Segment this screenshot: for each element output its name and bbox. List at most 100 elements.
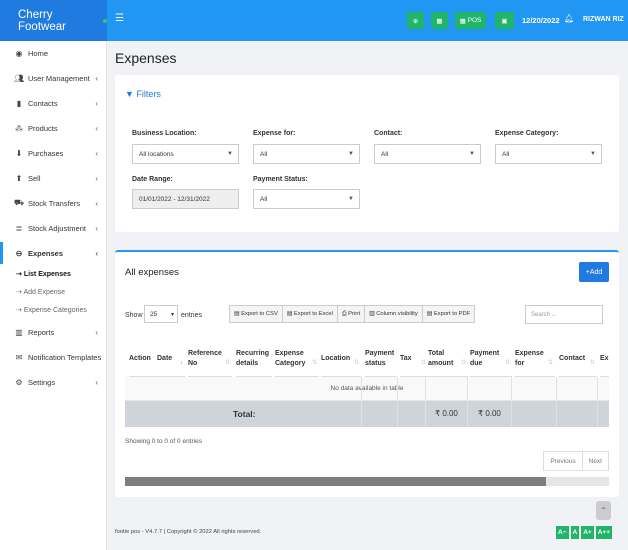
sidebar-subitem-expense-categories[interactable]: ⇢ Expense Categories bbox=[16, 306, 87, 314]
font-decrease-button[interactable]: A− bbox=[556, 526, 569, 539]
money-icon: ▣ bbox=[501, 17, 508, 25]
col-contact[interactable]: Contact ⇅ bbox=[559, 341, 597, 377]
sort-icon: ⇅ bbox=[420, 360, 426, 366]
file-icon: ▤ bbox=[234, 311, 242, 317]
search-input[interactable]: Search ... bbox=[525, 305, 603, 324]
file-pdf-icon: ▤ bbox=[426, 311, 434, 317]
money-button[interactable]: ▣ bbox=[495, 12, 514, 29]
add-expense-button[interactable]: + Add bbox=[579, 262, 609, 282]
sidebar-item-home[interactable]: ◉ Home bbox=[0, 42, 107, 64]
expenses-panel: All expenses + Add Show 25 ▾ entries ▤ Exp… bbox=[115, 250, 619, 497]
cog-icon: ⚙ bbox=[15, 377, 23, 387]
cubes-icon: ⁂ bbox=[15, 123, 23, 133]
empty-table-message: No data available in table bbox=[125, 377, 609, 401]
font-reset-button[interactable]: A bbox=[570, 526, 580, 539]
sidebar: ◉ Home 👥︎ User Management ‹ ▮ Contacts ‹ ⁂ Pro… bbox=[0, 41, 107, 550]
chevron-left-icon: ‹ bbox=[95, 198, 98, 208]
brand-name: Cherry Footwear bbox=[18, 8, 66, 33]
business-location-label: Business Location: bbox=[132, 130, 197, 137]
scrollbar-thumb[interactable] bbox=[125, 477, 546, 486]
bell-icon[interactable]: 🔔︎ bbox=[564, 14, 574, 23]
sort-icon: ⇅ bbox=[224, 360, 230, 366]
th-icon: ▦ bbox=[459, 17, 468, 25]
sidebar-item-stock-transfers[interactable]: ⛟ Stock Transfers ‹ bbox=[0, 192, 107, 214]
print-button[interactable]: ⎙ Print bbox=[338, 306, 366, 322]
date-range-input[interactable]: 01/01/2022 - 12/31/2022 bbox=[132, 189, 239, 209]
chevron-left-icon: ‹ bbox=[95, 223, 98, 233]
expense-category-select[interactable]: All ▼ bbox=[495, 144, 602, 164]
export-buttons: ▤ Export to CSV ▤ Export to Excel ⎙ Prin… bbox=[229, 305, 476, 323]
sort-icon: ⇅ bbox=[504, 360, 510, 366]
caret-down-icon: ▼ bbox=[469, 151, 475, 157]
sidebar-item-contacts[interactable]: ▮ Contacts ‹ bbox=[0, 92, 107, 114]
col-reference-no[interactable]: Reference No ⇅ bbox=[188, 341, 232, 377]
sidebar-item-user-management[interactable]: 👥︎ User Management ‹ bbox=[0, 67, 107, 89]
file-excel-icon: ▤ bbox=[286, 311, 294, 317]
sidebar-item-reports[interactable]: ▥ Reports ‹ bbox=[0, 321, 107, 343]
add-circle-button[interactable]: ⊕ bbox=[407, 12, 424, 29]
total-amount: ₹ 0.00 bbox=[435, 409, 458, 418]
horizontal-scrollbar[interactable] bbox=[125, 477, 609, 486]
sort-icon: ⇅ bbox=[460, 360, 466, 366]
footer-text: footie pos - V4.7.7 | Copyright © 2022 A… bbox=[115, 529, 262, 535]
col-action: Action bbox=[129, 341, 159, 377]
filters-panel: ▼︎ Filters Business Location: All locati… bbox=[115, 75, 619, 232]
top-navbar: ☰ ⊕ ▦ ▦ POS ▣ 12/20/2022 🔔︎ RIZWAN RIZ bbox=[107, 0, 628, 41]
next-button[interactable]: Next bbox=[583, 452, 608, 470]
export-pdf-button[interactable]: ▤ Export to PDF bbox=[423, 306, 475, 322]
sidebar-subitem-list-expenses[interactable]: ⇢ List Expenses bbox=[16, 270, 71, 278]
expenses-table: Action Date ↓ Reference No ⇅ Recurring det… bbox=[125, 341, 609, 431]
col-date[interactable]: Date ↓ bbox=[157, 341, 185, 377]
col-tax[interactable]: Tax ⇅ bbox=[400, 341, 428, 377]
font-increase-more-button[interactable]: A++ bbox=[595, 526, 612, 539]
sidebar-item-stock-adjustment[interactable]: ≣ Stock Adjustment ‹ bbox=[0, 217, 107, 239]
brand-logo[interactable]: Cherry Footwear bbox=[0, 0, 107, 41]
sidebar-subitem-add-expense[interactable]: ⇢ Add Expense bbox=[16, 288, 65, 296]
col-expense-for[interactable]: Expense for ⇅ bbox=[515, 341, 555, 377]
sidebar-item-sell[interactable]: ⬆︎ Sell ‹ bbox=[0, 167, 107, 189]
previous-button[interactable]: Previous bbox=[544, 452, 583, 470]
user-menu[interactable]: RIZWAN RIZ bbox=[583, 16, 624, 23]
expense-for-select[interactable]: All ▼ bbox=[253, 144, 360, 164]
column-divider bbox=[597, 377, 598, 427]
sidebar-item-products[interactable]: ⁂ Products ‹ bbox=[0, 117, 107, 139]
page-length-select[interactable]: 25 ▾ bbox=[144, 305, 178, 323]
sidebar-item-expenses[interactable]: ⊖ Expenses ‹ bbox=[0, 242, 107, 264]
plus-circle-icon: ⊕ bbox=[412, 17, 419, 25]
dashboard-icon: ◉ bbox=[15, 48, 23, 58]
col-expense-category[interactable]: Expense Category ⇅ bbox=[275, 341, 319, 377]
font-size-controls: A− A A+ A++ bbox=[556, 526, 612, 539]
payment-status-select[interactable]: All ▼ bbox=[253, 189, 360, 209]
filters-toggle[interactable]: ▼︎ Filters bbox=[125, 89, 161, 99]
column-divider bbox=[425, 377, 426, 427]
payment-status-label: Payment Status: bbox=[253, 176, 308, 183]
calculator-button[interactable]: ▦ bbox=[431, 12, 448, 29]
column-divider bbox=[397, 377, 398, 427]
hamburger-icon[interactable]: ☰ bbox=[115, 13, 124, 24]
contact-select[interactable]: All ▼ bbox=[374, 144, 481, 164]
chevron-up-icon: ⌃ bbox=[600, 506, 607, 515]
envelope-icon: ✉ bbox=[15, 352, 23, 362]
sidebar-item-purchases[interactable]: ⬇︎ Purchases ‹ bbox=[0, 142, 107, 164]
arrow-circle-up-icon: ⬆︎ bbox=[15, 173, 23, 183]
column-visibility-button[interactable]: ▥ Column visibility bbox=[365, 306, 423, 322]
export-excel-button[interactable]: ▤ Export to Excel bbox=[283, 306, 338, 322]
sort-icon: ⇅ bbox=[547, 360, 553, 366]
pos-button[interactable]: ▦ POS bbox=[455, 12, 486, 29]
scroll-to-top-button[interactable]: ⌃ bbox=[596, 501, 611, 520]
sidebar-item-settings[interactable]: ⚙ Settings ‹ bbox=[0, 371, 107, 393]
font-increase-button[interactable]: A+ bbox=[581, 526, 594, 539]
sidebar-item-notification-templates[interactable]: ✉ Notification Templates bbox=[0, 346, 107, 368]
col-payment-due[interactable]: Payment due ⇅ bbox=[470, 341, 512, 377]
column-divider bbox=[556, 377, 557, 427]
chevron-left-icon: ‹ bbox=[95, 327, 98, 337]
table-footer-totals: Total: ₹ 0.00 ₹ 0.00 bbox=[125, 401, 609, 427]
export-csv-button[interactable]: ▤ Export to CSV bbox=[230, 306, 283, 322]
business-location-select[interactable]: All locations ▼ bbox=[132, 144, 239, 164]
sort-desc-icon: ↓ bbox=[180, 360, 183, 366]
bar-chart-icon: ▥ bbox=[15, 327, 23, 337]
col-location[interactable]: Location ⇅ bbox=[321, 341, 361, 377]
caret-down-icon: ▾ bbox=[170, 311, 174, 318]
col-total-amount[interactable]: Total amount ⇅ bbox=[428, 341, 468, 377]
pagination: Previous Next bbox=[543, 451, 609, 471]
